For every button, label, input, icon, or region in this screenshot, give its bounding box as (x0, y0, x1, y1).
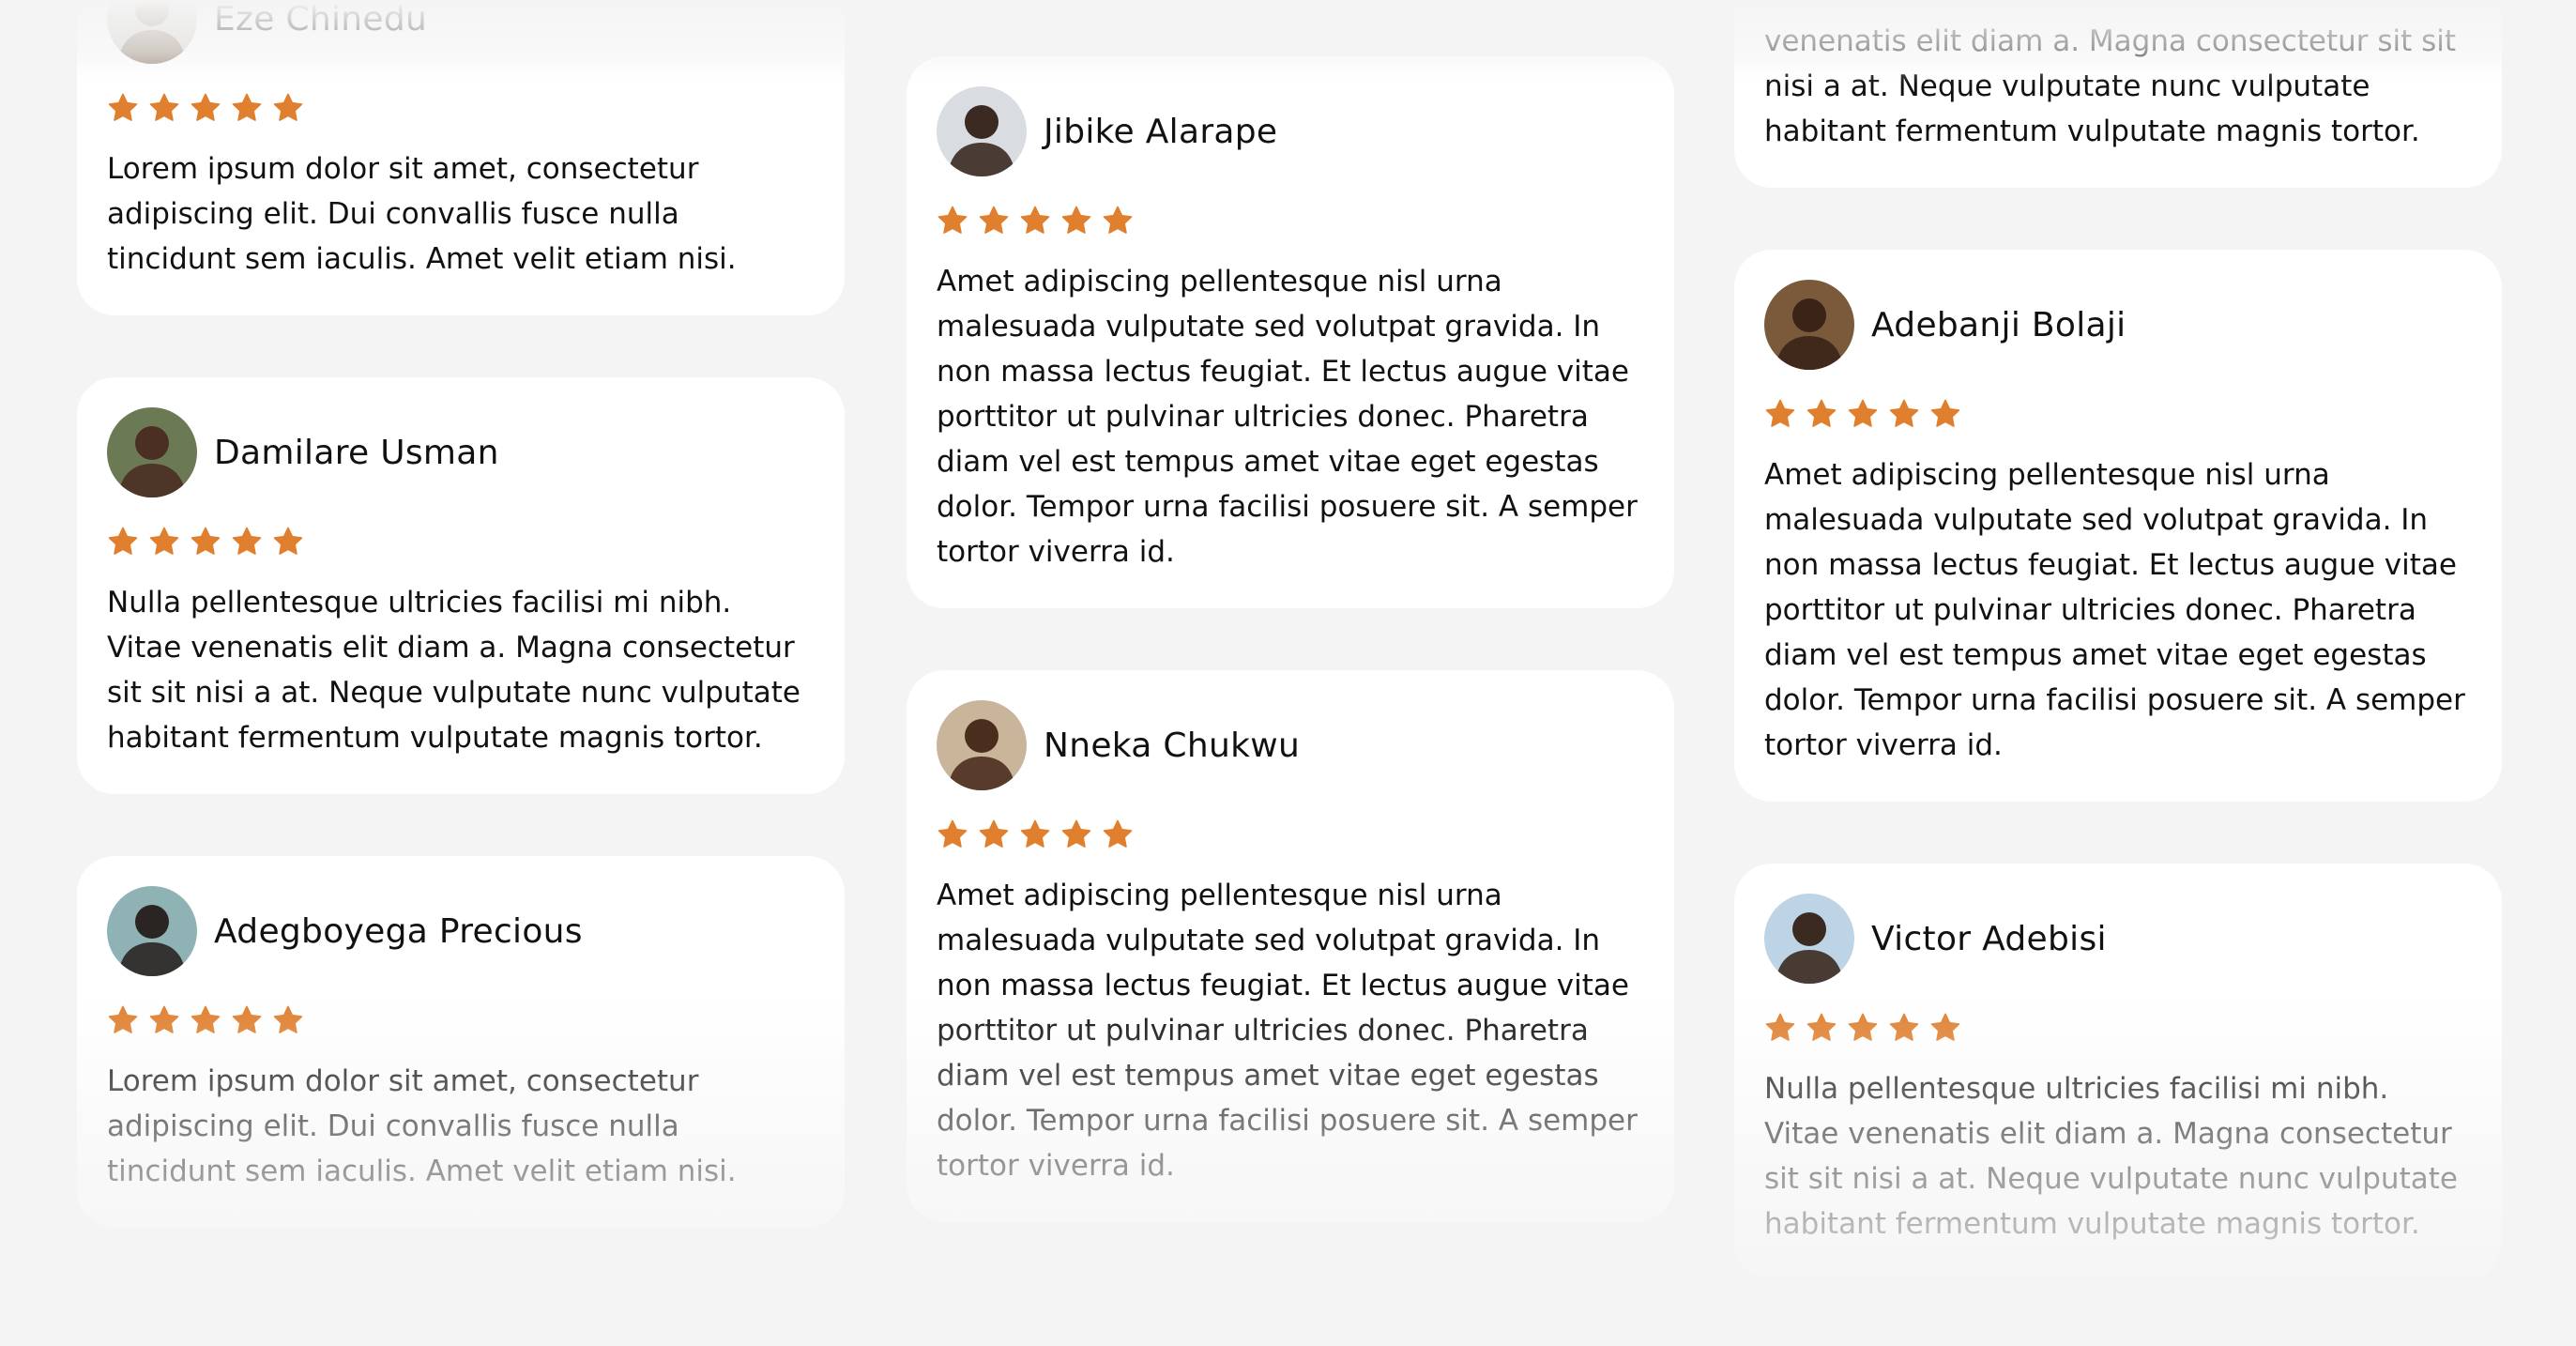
star-rating (107, 1004, 815, 1036)
star-icon (232, 93, 262, 121)
testimonial-card: Eze Chinedu Lorem ipsum dolor sit amet, … (77, 0, 845, 315)
testimonial-text: venenatis elit diam a. Magna consectetur… (1764, 24, 2457, 148)
star-icon (937, 206, 968, 234)
star-icon (1889, 399, 1919, 427)
testimonial-text: Nulla pellentesque ultricies facilisi mi… (1764, 1072, 2458, 1241)
testimonial-text: Lorem ipsum dolor sit amet, consectetur … (107, 152, 737, 276)
star-icon (191, 527, 221, 555)
testimonial-text: Nulla pellentesque ultricies facilisi mi… (107, 586, 800, 755)
testimonial-card: Victor Adebisi Nulla pellentesque ultric… (1734, 864, 2502, 1280)
testimonial-header: Adegboyega Precious (107, 886, 815, 976)
reviewer-name: Eze Chinedu (214, 0, 428, 38)
reviewer-name: Jibike Alarape (1044, 112, 1278, 151)
star-icon (108, 93, 138, 121)
star-icon (1806, 399, 1837, 427)
star-icon (1061, 206, 1091, 234)
star-rating (107, 526, 815, 558)
star-icon (979, 819, 1009, 848)
reviewer-name: Adegboyega Precious (214, 911, 583, 951)
star-icon (1020, 819, 1050, 848)
star-rating (1764, 398, 2472, 430)
testimonial-card: venenatis elit diam a. Magna consectetur… (1734, 0, 2502, 188)
testimonial-column-1: Eze Chinedu Lorem ipsum dolor sit amet, … (77, 0, 845, 1290)
testimonial-card: Adegboyega Precious Lorem ipsum dolor si… (77, 856, 845, 1228)
star-icon (937, 819, 968, 848)
star-rating (937, 818, 1644, 850)
star-icon (108, 527, 138, 555)
star-icon (149, 93, 179, 121)
star-icon (108, 1005, 138, 1033)
reviewer-name: Nneka Chukwu (1044, 726, 1301, 765)
avatar (937, 700, 1027, 790)
star-icon (979, 206, 1009, 234)
testimonial-header: Damilare Usman (107, 407, 815, 497)
star-rating (937, 205, 1644, 237)
testimonial-text: Amet adipiscing pellentesque nisl urna m… (937, 265, 1638, 569)
star-icon (1806, 1013, 1837, 1041)
avatar (1764, 280, 1854, 370)
testimonial-column-3: venenatis elit diam a. Magna consectetur… (1734, 0, 2502, 1342)
testimonial-text: Lorem ipsum dolor sit amet, consectetur … (107, 1064, 737, 1188)
testimonial-card: Adebanji Bolaji Amet adipiscing pellente… (1734, 250, 2502, 802)
star-icon (149, 527, 179, 555)
avatar (1764, 894, 1854, 984)
star-icon (1848, 1013, 1878, 1041)
avatar (107, 407, 197, 497)
avatar (937, 86, 1027, 176)
testimonial-card: Jibike Alarape Amet adipiscing pellentes… (907, 56, 1674, 608)
star-icon (191, 1005, 221, 1033)
star-icon (1848, 399, 1878, 427)
star-icon (1930, 1013, 1960, 1041)
star-icon (273, 93, 303, 121)
testimonial-header: Jibike Alarape (937, 86, 1644, 176)
avatar (107, 886, 197, 976)
star-icon (1020, 206, 1050, 234)
star-icon (1103, 819, 1133, 848)
star-rating (107, 92, 815, 124)
star-icon (1765, 399, 1795, 427)
star-icon (232, 527, 262, 555)
testimonial-column-2: Jibike Alarape Amet adipiscing pellentes… (907, 56, 1674, 1284)
star-icon (1930, 399, 1960, 427)
reviewer-name: Victor Adebisi (1871, 919, 2107, 958)
reviewer-name: Adebanji Bolaji (1871, 305, 2126, 344)
section-bottom-padding (0, 1277, 2576, 1346)
testimonial-card: Damilare Usman Nulla pellentesque ultric… (77, 377, 845, 794)
star-icon (1061, 819, 1091, 848)
testimonial-header: Victor Adebisi (1764, 894, 2472, 984)
testimonials-section: Eze Chinedu Lorem ipsum dolor sit amet, … (0, 0, 2576, 1346)
testimonial-header: Nneka Chukwu (937, 700, 1644, 790)
testimonial-header: Adebanji Bolaji (1764, 280, 2472, 370)
testimonial-card: Nneka Chukwu Amet adipiscing pellentesqu… (907, 670, 1674, 1222)
star-icon (149, 1005, 179, 1033)
star-icon (1103, 206, 1133, 234)
testimonial-header: Eze Chinedu (107, 0, 815, 64)
star-rating (1764, 1012, 2472, 1044)
star-icon (232, 1005, 262, 1033)
star-icon (191, 93, 221, 121)
testimonial-text: Amet adipiscing pellentesque nisl urna m… (937, 879, 1638, 1183)
star-icon (1765, 1013, 1795, 1041)
testimonial-text: Amet adipiscing pellentesque nisl urna m… (1764, 458, 2465, 762)
avatar (107, 0, 197, 64)
star-icon (273, 527, 303, 555)
star-icon (1889, 1013, 1919, 1041)
star-icon (273, 1005, 303, 1033)
reviewer-name: Damilare Usman (214, 433, 499, 472)
